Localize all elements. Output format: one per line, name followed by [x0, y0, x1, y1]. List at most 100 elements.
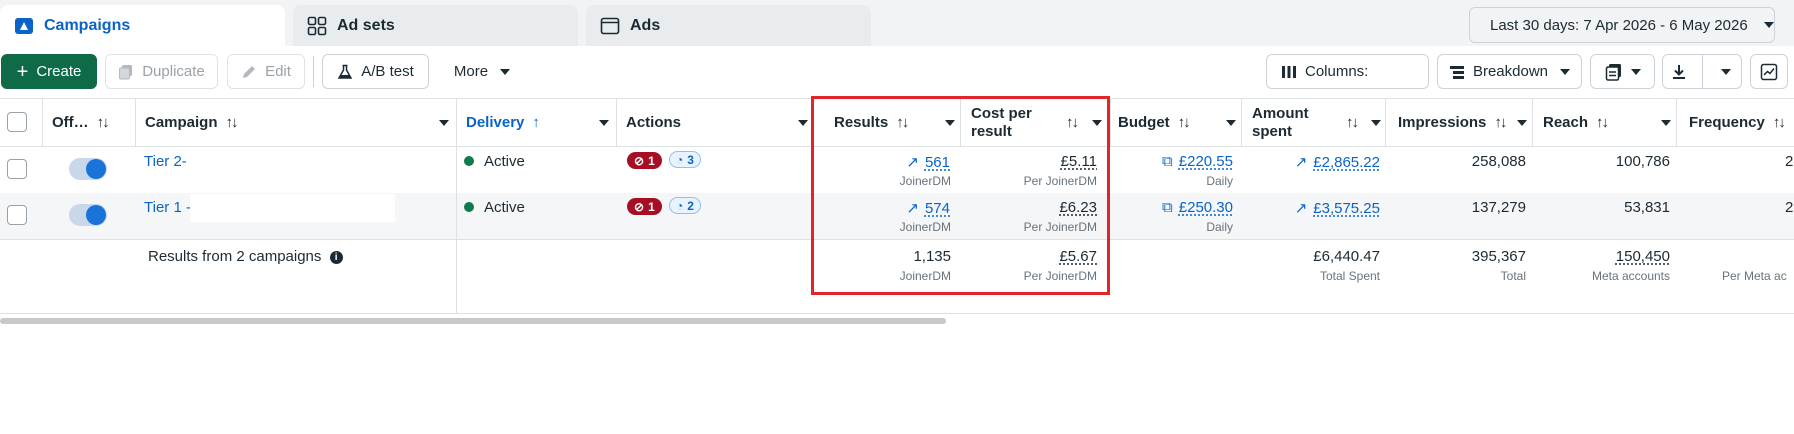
tab-ads[interactable]: Ads: [586, 5, 871, 46]
cost-per-result-value[interactable]: £6.23: [1000, 199, 1097, 216]
toggle-knob: [86, 159, 106, 179]
header-line: Cost per: [971, 105, 1032, 122]
cost-per-result-value[interactable]: £5.11: [1000, 153, 1097, 170]
sort-ascending-icon[interactable]: ↑: [532, 114, 540, 132]
date-range-picker[interactable]: Last 30 days: 7 Apr 2026 - 6 May 2026: [1469, 7, 1775, 43]
amount-spent-cell[interactable]: ↗ £2,865.22: [1252, 153, 1380, 171]
campaign-on-off-toggle[interactable]: [69, 158, 107, 180]
duplicate-button[interactable]: Duplicate: [105, 54, 218, 89]
column-header-frequency[interactable]: Frequency ↑↓: [1689, 99, 1794, 147]
budget-value[interactable]: £220.55: [1179, 153, 1233, 170]
amount-spent-value[interactable]: £2,865.22: [1313, 154, 1380, 171]
summary-reach-value[interactable]: 150,450: [1543, 248, 1670, 265]
row-checkbox[interactable]: [7, 159, 27, 179]
table-bottom-border: [0, 313, 1794, 314]
sort-icon[interactable]: ↑↓: [226, 114, 239, 132]
summary-label-text: Results from 2 campaigns: [148, 248, 322, 265]
column-menu-caret-icon[interactable]: [945, 120, 955, 126]
column-menu-caret-icon[interactable]: [439, 120, 449, 126]
campaign-on-off-toggle[interactable]: [69, 204, 107, 226]
delivery-status: Active: [484, 153, 525, 170]
col-divider: [1110, 99, 1111, 146]
chart-line-icon: ⧉: [1162, 153, 1173, 170]
budget-cell[interactable]: ⧉ £220.55: [1120, 153, 1233, 170]
sort-icon[interactable]: ↑↓: [1596, 114, 1609, 132]
column-header-off[interactable]: Off… ↑↓: [52, 99, 134, 147]
amount-spent-cell[interactable]: ↗ £3,575.25: [1252, 199, 1380, 217]
sort-icon[interactable]: ↑↓: [1178, 114, 1191, 132]
column-header-budget[interactable]: Budget ↑↓: [1118, 99, 1240, 147]
amount-spent-value[interactable]: £3,575.25: [1313, 200, 1380, 217]
sort-icon[interactable]: ↑↓: [97, 114, 110, 132]
sort-icon[interactable]: ↑↓: [896, 114, 909, 132]
column-menu-caret-icon[interactable]: [798, 120, 808, 126]
column-menu-caret-icon[interactable]: [1371, 120, 1381, 126]
budget-value[interactable]: £250.30: [1179, 199, 1233, 216]
columns-button[interactable]: Columns:: [1266, 54, 1429, 89]
column-menu-caret-icon[interactable]: [1661, 120, 1671, 126]
chevron-down-icon: [1560, 68, 1571, 75]
column-menu-caret-icon[interactable]: [1517, 120, 1527, 126]
column-menu-caret-icon[interactable]: [1092, 120, 1102, 126]
gauge-icon: ◔: [676, 198, 684, 213]
row-checkbox[interactable]: [7, 205, 27, 225]
toggle-knob: [86, 205, 106, 225]
edit-button[interactable]: Edit: [227, 54, 305, 89]
sort-icon[interactable]: ↑↓: [1494, 114, 1507, 132]
redacted-area: [190, 150, 340, 172]
issues-badge[interactable]: ⊘ 1: [627, 198, 662, 215]
campaign-name-link[interactable]: Tier 2-: [144, 153, 187, 170]
column-header-results[interactable]: Results ↑↓: [834, 99, 959, 147]
column-menu-caret-icon[interactable]: [599, 120, 609, 126]
more-button[interactable]: More: [438, 54, 526, 89]
issues-badge[interactable]: ⊘ 1: [627, 152, 662, 169]
cost-per-result-subtext: Per JoinerDM: [1023, 220, 1097, 234]
summary-cost-per-result-value[interactable]: £5.67: [1000, 248, 1097, 265]
column-header-cost-per-result[interactable]: Cost per result ↑↓: [971, 99, 1109, 147]
breakdown-button-label: Breakdown: [1472, 63, 1549, 80]
tab-campaigns[interactable]: Campaigns: [0, 5, 285, 46]
export-split-button[interactable]: [1662, 54, 1742, 89]
budget-cell[interactable]: ⧉ £250.30: [1120, 199, 1233, 216]
column-header-actions[interactable]: Actions: [626, 99, 811, 147]
column-header-amount-spent[interactable]: Amount spent ↑↓: [1252, 99, 1384, 147]
column-header-reach[interactable]: Reach ↑↓: [1543, 99, 1675, 147]
column-header-delivery-label: Delivery: [466, 114, 525, 131]
blocked-icon: ⊘: [634, 199, 645, 214]
results-value[interactable]: 561: [925, 154, 950, 171]
create-button[interactable]: + Create: [1, 54, 97, 89]
col-divider: [1385, 99, 1386, 146]
columns-icon: [1282, 65, 1296, 78]
campaign-name-link[interactable]: Tier 1 -: [144, 199, 191, 216]
chart-line-icon: [1760, 63, 1778, 80]
column-header-campaign[interactable]: Campaign ↑↓: [145, 99, 455, 147]
chevron-down-icon: [1721, 68, 1732, 75]
charts-button[interactable]: [1750, 54, 1788, 89]
recommendations-badge[interactable]: ◔ 2: [669, 197, 701, 214]
info-icon[interactable]: i: [329, 251, 343, 264]
download-button[interactable]: [1663, 64, 1694, 80]
recommendations-count: 3: [687, 152, 694, 167]
column-header-impressions[interactable]: Impressions ↑↓: [1398, 99, 1531, 147]
select-all-checkbox[interactable]: [7, 112, 27, 132]
summary-top-border: [0, 239, 1794, 240]
recommendations-badge[interactable]: ◔ 3: [669, 151, 701, 168]
reports-button[interactable]: [1590, 54, 1655, 89]
sort-icon[interactable]: ↑↓: [1346, 114, 1359, 132]
breakdown-button[interactable]: Breakdown: [1437, 54, 1582, 89]
results-value[interactable]: 574: [925, 200, 950, 217]
plus-icon: +: [16, 60, 29, 83]
column-header-impressions-label: Impressions: [1398, 114, 1487, 131]
ab-test-button[interactable]: A/B test: [322, 54, 429, 89]
sort-icon[interactable]: ↑↓: [1773, 114, 1786, 132]
summary-frequency-subtext: Per Meta ac: [1722, 269, 1787, 283]
export-menu-button[interactable]: [1711, 68, 1741, 75]
results-cell[interactable]: ↗ 561: [880, 153, 950, 171]
col-divider: [1241, 99, 1242, 146]
sort-icon[interactable]: ↑↓: [1066, 114, 1079, 132]
column-header-delivery[interactable]: Delivery ↑: [466, 99, 614, 147]
horizontal-scrollbar[interactable]: [0, 318, 946, 324]
tab-ad-sets[interactable]: Ad sets: [293, 5, 578, 46]
column-menu-caret-icon[interactable]: [1226, 120, 1236, 126]
results-cell[interactable]: ↗ 574: [880, 199, 950, 217]
